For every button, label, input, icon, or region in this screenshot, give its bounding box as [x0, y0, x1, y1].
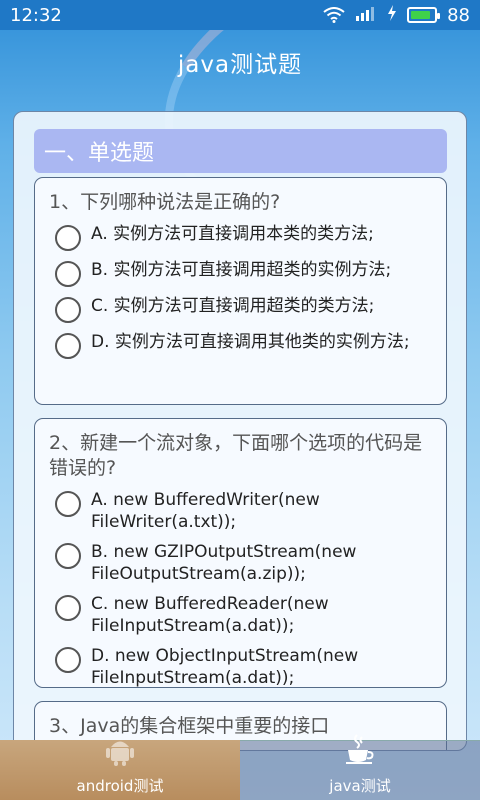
option-label: A. new BufferedWriter(new FileWriter(a.t…	[91, 490, 320, 532]
page-title: java测试题	[177, 52, 303, 78]
battery-icon	[407, 7, 441, 23]
radio-button[interactable]	[55, 225, 81, 251]
radio-button[interactable]	[55, 543, 81, 569]
radio-button[interactable]	[55, 491, 81, 517]
tab-label: android测试	[76, 777, 164, 795]
radio-button[interactable]	[55, 261, 81, 287]
charging-icon	[387, 4, 397, 26]
option-label: B. new GZIPOutputStream(new FileOutputSt…	[91, 542, 357, 584]
question-1: 1、下列哪种说法是正确的? A. 实例方法可直接调用本类的类方法; B. 实例方…	[34, 177, 447, 405]
status-bar: 12:32 88	[0, 0, 480, 30]
question-2: 2、新建一个流对象，下面哪个选项的代码是错误的? A. new Buffered…	[34, 418, 447, 688]
section-header: 一、单选题	[34, 129, 447, 173]
wifi-icon	[323, 7, 345, 23]
option-label: D. new ObjectInputStream(new FileInputSt…	[91, 646, 359, 688]
question-1-option-a[interactable]: A. 实例方法可直接调用本类的类方法;	[35, 219, 446, 255]
tab-java-test[interactable]: java测试	[240, 734, 480, 800]
question-2-option-d[interactable]: D. new ObjectInputStream(new FileInputSt…	[35, 641, 446, 693]
battery-level: 88	[447, 4, 470, 26]
question-3-text: 3、Java的集合框架中重要的接口	[49, 715, 330, 737]
question-2-option-a[interactable]: A. new BufferedWriter(new FileWriter(a.t…	[35, 485, 446, 537]
radio-button[interactable]	[55, 647, 81, 673]
radio-button[interactable]	[55, 333, 81, 359]
option-label: B. 实例方法可直接调用超类的实例方法;	[91, 260, 392, 280]
question-1-option-b[interactable]: B. 实例方法可直接调用超类的实例方法;	[35, 255, 446, 291]
tab-label: java测试	[329, 777, 391, 795]
option-label: A. 实例方法可直接调用本类的类方法;	[91, 224, 374, 244]
signal-icon	[355, 5, 377, 26]
question-2-option-b[interactable]: B. new GZIPOutputStream(new FileOutputSt…	[35, 537, 446, 589]
quiz-card[interactable]: 一、单选题 1、下列哪种说法是正确的? A. 实例方法可直接调用本类的类方法; …	[13, 111, 467, 751]
option-label: C. 实例方法可直接调用超类的类方法;	[91, 296, 375, 316]
question-1-option-c[interactable]: C. 实例方法可直接调用超类的类方法;	[35, 291, 446, 327]
question-1-option-d[interactable]: D. 实例方法可直接调用其他类的实例方法;	[35, 327, 446, 363]
question-2-text: 2、新建一个流对象，下面哪个选项的代码是错误的?	[49, 432, 423, 479]
option-label: C. new BufferedReader(new FileInputStrea…	[91, 594, 329, 636]
radio-button[interactable]	[55, 595, 81, 621]
coffee-cup-icon	[343, 733, 377, 771]
status-icons: 88	[323, 4, 470, 26]
question-2-option-c[interactable]: C. new BufferedReader(new FileInputStrea…	[35, 589, 446, 641]
android-icon	[103, 733, 137, 771]
battery-fill	[411, 11, 431, 19]
status-time: 12:32	[10, 4, 62, 26]
option-label: D. 实例方法可直接调用其他类的实例方法;	[91, 332, 410, 352]
tab-android-test[interactable]: android测试	[0, 740, 240, 800]
question-1-text: 1、下列哪种说法是正确的?	[49, 191, 281, 213]
bottom-tab-bar: android测试 java测试	[0, 734, 480, 800]
radio-button[interactable]	[55, 297, 81, 323]
